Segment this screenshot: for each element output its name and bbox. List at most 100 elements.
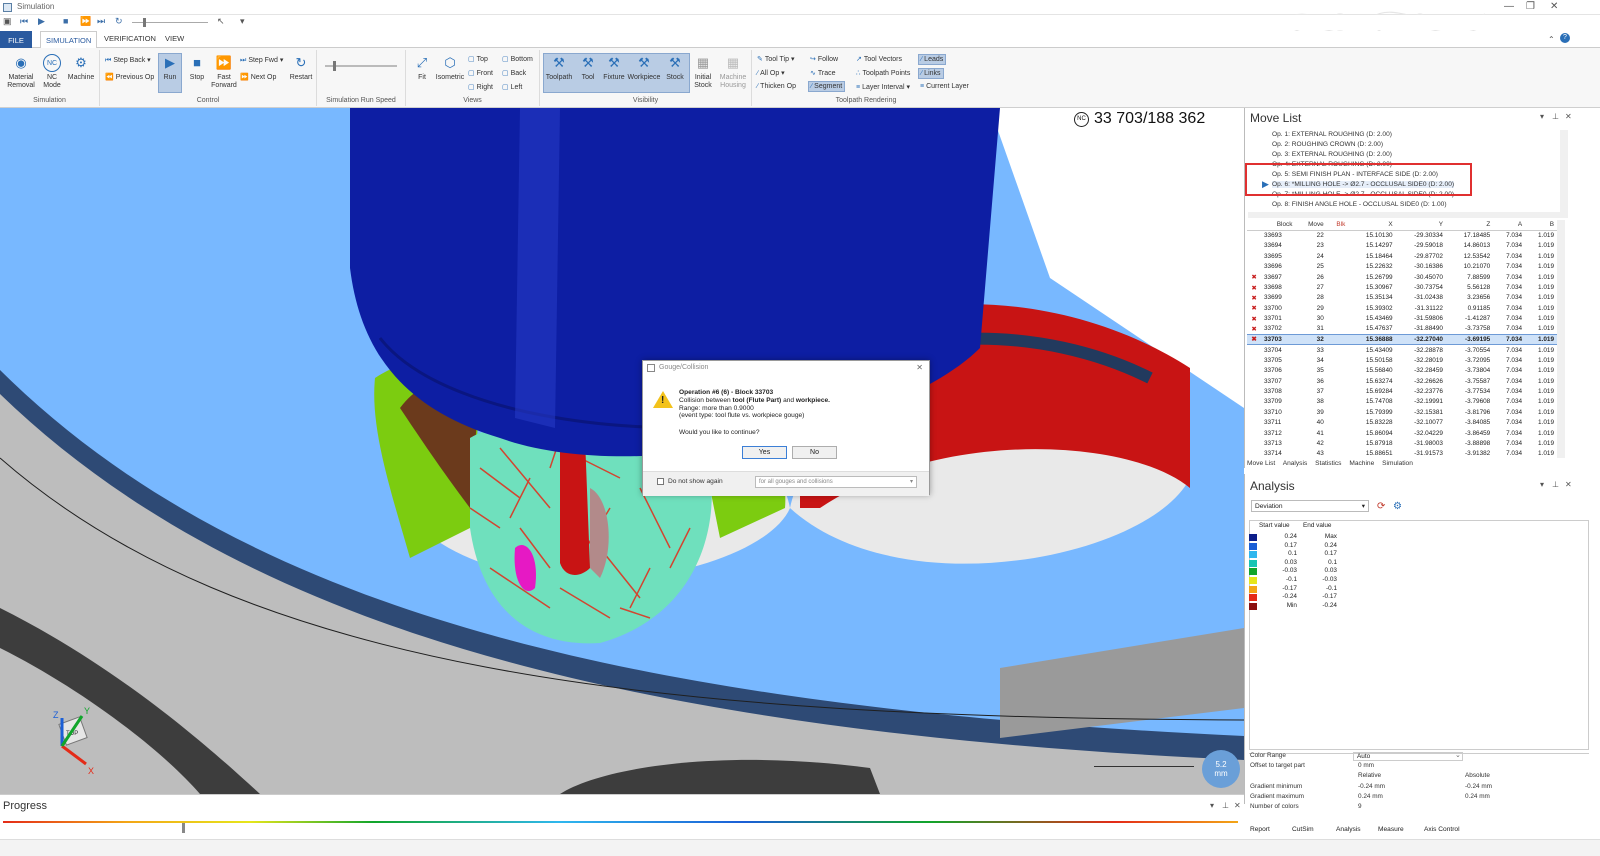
- gradient-min-absolute[interactable]: -0.24 mm: [1465, 783, 1492, 790]
- tab-verification[interactable]: VERIFICATION: [104, 34, 156, 43]
- step-back-button[interactable]: ⏮ Step Back ▾: [105, 56, 151, 65]
- progress-menu-icon[interactable]: ▾: [1210, 801, 1214, 810]
- qat-customize-icon[interactable]: ▾: [240, 16, 245, 27]
- tab-view[interactable]: VIEW: [165, 34, 184, 43]
- table-row[interactable]: ✖ 33701 30 15.43469 -31.59806 -1.41287 7.034 1.…: [1247, 314, 1557, 324]
- tool-toggle[interactable]: ⚒ Tool: [575, 54, 601, 82]
- op-list-hscrollbar[interactable]: [1248, 212, 1568, 218]
- material-removal-button[interactable]: ◉ Material Removal: [5, 54, 37, 90]
- qat-stop-icon[interactable]: ■: [63, 16, 68, 26]
- number-of-colors-value[interactable]: 9: [1358, 803, 1362, 810]
- trace-button[interactable]: ∿ Trace: [810, 69, 836, 77]
- right-view-button[interactable]: ▢ Right: [468, 83, 493, 91]
- col-blk[interactable]: Blk: [1326, 220, 1349, 231]
- col-x[interactable]: X: [1348, 220, 1396, 231]
- qat-restart-icon[interactable]: ↻: [115, 16, 123, 27]
- analysis-close-icon[interactable]: ✕: [1565, 480, 1572, 489]
- tab-axis-control[interactable]: Axis Control: [1424, 826, 1460, 833]
- yes-button[interactable]: Yes: [742, 446, 787, 459]
- qat-speed-slider-thumb[interactable]: [143, 18, 146, 27]
- panel-menu-icon[interactable]: ▾: [1540, 112, 1544, 121]
- table-row[interactable]: 33709 38 15.74708 -32.19991 -3.79608 7.034 1.0…: [1247, 397, 1557, 407]
- table-row[interactable]: 33694 23 15.14297 -29.59018 14.86013 7.034 1.0…: [1247, 241, 1557, 251]
- layer-interval-button[interactable]: ≡ Layer Interval ▾: [856, 83, 910, 91]
- qat-fast-forward-icon[interactable]: ⏩: [80, 16, 91, 27]
- col-y[interactable]: Y: [1395, 220, 1446, 231]
- analysis-menu-icon[interactable]: ▾: [1540, 480, 1544, 489]
- tab-statistics[interactable]: Statistics: [1315, 460, 1341, 467]
- tool-tip-button[interactable]: ✎ Tool Tip ▾: [757, 55, 794, 63]
- table-row[interactable]: ✖ 33698 27 15.30967 -30.73754 5.56128 7.034 1.0…: [1247, 282, 1557, 292]
- stop-button[interactable]: ■ Stop: [185, 54, 209, 82]
- fast-forward-button[interactable]: ⏩ Fast Forward: [210, 54, 238, 90]
- isometric-button[interactable]: ⬡ Isometric: [434, 54, 466, 82]
- op-list-scrollbar[interactable]: [1560, 130, 1568, 212]
- qat-step-forward-icon[interactable]: ⏭: [97, 16, 105, 27]
- analysis-type-select[interactable]: Deviation ▾: [1251, 500, 1369, 512]
- minimize-icon[interactable]: —: [1504, 1, 1514, 12]
- offset-value[interactable]: 0 mm: [1358, 762, 1374, 769]
- legend-row[interactable]: -0.17 -0.1: [1249, 585, 1339, 594]
- fixture-toggle[interactable]: ⚒ Fixture: [601, 54, 627, 82]
- fit-button[interactable]: ⤢ Fit: [410, 54, 434, 82]
- run-speed-slider-thumb[interactable]: [333, 61, 336, 71]
- tool-vectors-button[interactable]: ↗ Tool Vectors: [856, 55, 902, 63]
- gradient-min-relative[interactable]: -0.24 mm: [1358, 783, 1385, 790]
- tab-cutsim[interactable]: CutSim: [1292, 826, 1314, 833]
- col-a[interactable]: A: [1493, 220, 1526, 231]
- dont-show-checkbox[interactable]: [657, 478, 664, 485]
- color-range-select[interactable]: Auto: [1353, 752, 1463, 761]
- top-view-button[interactable]: ▢ Top: [468, 55, 488, 63]
- progress-thumb[interactable]: [182, 823, 186, 833]
- tab-file[interactable]: FILE: [0, 31, 32, 48]
- analysis-refresh-icon[interactable]: ⟳: [1377, 501, 1385, 512]
- nc-mode-button[interactable]: NC NC Mode: [40, 54, 64, 90]
- segment-button[interactable]: ∕ Segment: [808, 81, 846, 92]
- front-view-button[interactable]: ▢ Front: [468, 69, 493, 77]
- op-item-2[interactable]: Op. 2: ROUGHING CROWN (D: 2.00): [1272, 141, 1383, 148]
- table-row[interactable]: 33693 22 15.10130 -29.30334 17.18485 7.034 1.0…: [1247, 230, 1557, 240]
- tab-report[interactable]: Report: [1250, 826, 1270, 833]
- toolpath-points-button[interactable]: ∴ Toolpath Points: [856, 69, 910, 77]
- tab-analysis[interactable]: Analysis: [1283, 460, 1308, 467]
- workpiece-toggle[interactable]: ⚒ Workpiece: [627, 54, 661, 82]
- table-row[interactable]: 33710 39 15.79399 -32.15381 -3.81796 7.034 1.0…: [1247, 407, 1557, 417]
- legend-row[interactable]: 0.03 0.1: [1249, 559, 1339, 568]
- table-row[interactable]: 33704 33 15.43409 -32.28878 -3.70554 7.034 1.0…: [1247, 345, 1557, 355]
- qat-play-icon[interactable]: ▶: [38, 16, 45, 27]
- table-row[interactable]: 33705 34 15.50158 -32.28019 -3.72095 7.034 1.0…: [1247, 355, 1557, 365]
- table-row[interactable]: ✖ 33703 32 15.36888 -32.27040 -3.69195 7.034 1.…: [1247, 333, 1557, 346]
- col-z[interactable]: Z: [1445, 220, 1494, 231]
- gradient-max-relative[interactable]: 0.24 mm: [1358, 793, 1383, 800]
- col-b[interactable]: B: [1525, 220, 1557, 231]
- table-row[interactable]: ✖ 33699 28 15.35134 -31.02438 3.23656 7.034 1.0…: [1247, 293, 1557, 303]
- dialog-close-icon[interactable]: ✕: [916, 363, 923, 372]
- follow-button[interactable]: ↪ Follow: [810, 55, 838, 63]
- move-table-scrollbar[interactable]: [1557, 220, 1565, 458]
- machine-housing-toggle[interactable]: ▦ Machine Housing: [717, 54, 749, 90]
- table-row[interactable]: 33714 43 15.88651 -31.91573 -3.91382 7.034 1.0…: [1247, 449, 1557, 459]
- toolpath-toggle[interactable]: ⚒ Toolpath: [544, 54, 574, 82]
- close-icon[interactable]: ✕: [1550, 1, 1558, 12]
- bottom-view-button[interactable]: ▢ Bottom: [502, 55, 533, 63]
- op-item-8[interactable]: Op. 8: FINISH ANGLE HOLE - OCCLUSAL SIDE…: [1272, 201, 1447, 208]
- no-button[interactable]: No: [792, 446, 837, 459]
- thicken-op-button[interactable]: ∕ Thicken Op: [757, 83, 796, 90]
- table-row[interactable]: 33706 35 15.56840 -32.28459 -3.73804 7.034 1.0…: [1247, 365, 1557, 375]
- save-icon[interactable]: ▣: [3, 16, 12, 27]
- op-item-3[interactable]: Op. 3: EXTERNAL ROUGHING (D: 2.00): [1272, 151, 1392, 158]
- stock-toggle[interactable]: ⚒ Stock: [661, 54, 689, 82]
- legend-row[interactable]: -0.03 0.03: [1249, 567, 1339, 576]
- table-row[interactable]: 33695 24 15.18464 -29.87702 12.53542 7.034 1.0…: [1247, 251, 1557, 261]
- legend-row[interactable]: 0.17 0.24: [1249, 542, 1339, 551]
- current-layer-button[interactable]: ≡ Current Layer: [920, 83, 969, 90]
- links-button[interactable]: ∕ Links: [918, 68, 944, 79]
- legend-row[interactable]: Min -0.24: [1249, 602, 1339, 611]
- tab-simulation-panel[interactable]: Simulation: [1382, 460, 1413, 467]
- table-row[interactable]: 33712 41 15.86094 -32.04229 -3.86459 7.034 1.0…: [1247, 428, 1557, 438]
- tab-move-list[interactable]: Move List: [1247, 460, 1275, 467]
- leads-button[interactable]: ∕ Leads: [918, 54, 947, 65]
- op-item-1[interactable]: Op. 1: EXTERNAL ROUGHING (D: 2.00): [1272, 131, 1392, 138]
- restore-icon[interactable]: ❐: [1526, 1, 1535, 12]
- col-move[interactable]: Move: [1295, 220, 1327, 231]
